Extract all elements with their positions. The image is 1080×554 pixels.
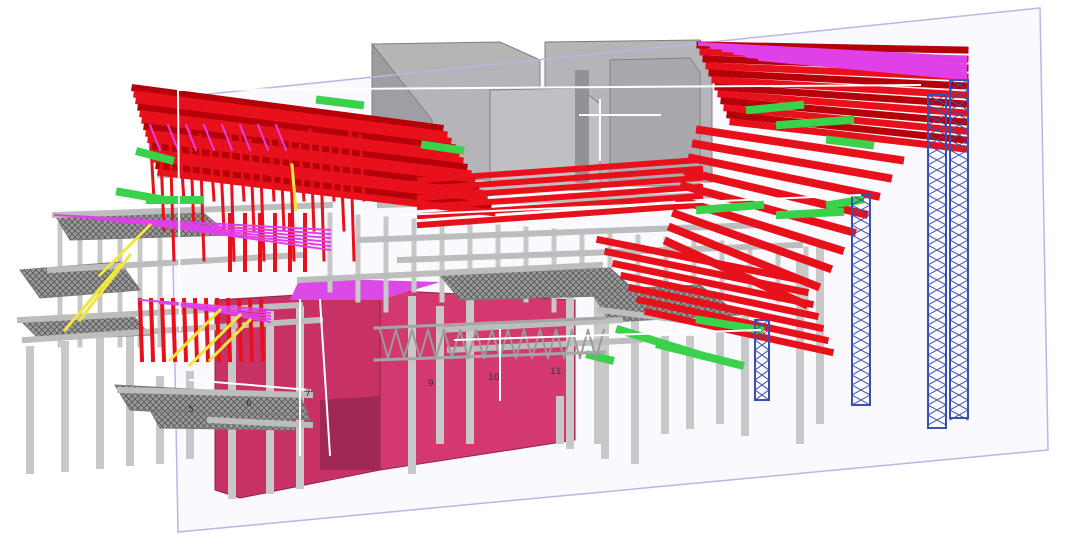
- green-brace: [775, 115, 855, 130]
- green-brace: [745, 100, 805, 115]
- grid-label: 7: [305, 389, 311, 399]
- grid-label: 6: [246, 399, 252, 409]
- red-hanger: [192, 297, 200, 363]
- green-brace: [420, 140, 465, 155]
- green-brace: [315, 95, 365, 110]
- red-hanger: [181, 297, 189, 363]
- grid-label: 9: [428, 379, 434, 389]
- green-brace: [775, 207, 845, 220]
- red-hanger: [148, 297, 156, 363]
- red-hanger: [159, 297, 167, 363]
- red-hanger: [170, 297, 178, 363]
- green-brace: [825, 135, 875, 150]
- grid-label: 5: [188, 405, 194, 415]
- green-brace: [695, 200, 765, 215]
- green-brace: [585, 350, 615, 365]
- red-hanger: [137, 297, 145, 363]
- grid-label: 11: [550, 367, 561, 377]
- grid-label: 10: [488, 373, 500, 383]
- structural-model-scene: 5 6 7 9 10 11: [16, 7, 1049, 533]
- 3d-model-viewport[interactable]: 5 6 7 9 10 11: [0, 0, 1080, 554]
